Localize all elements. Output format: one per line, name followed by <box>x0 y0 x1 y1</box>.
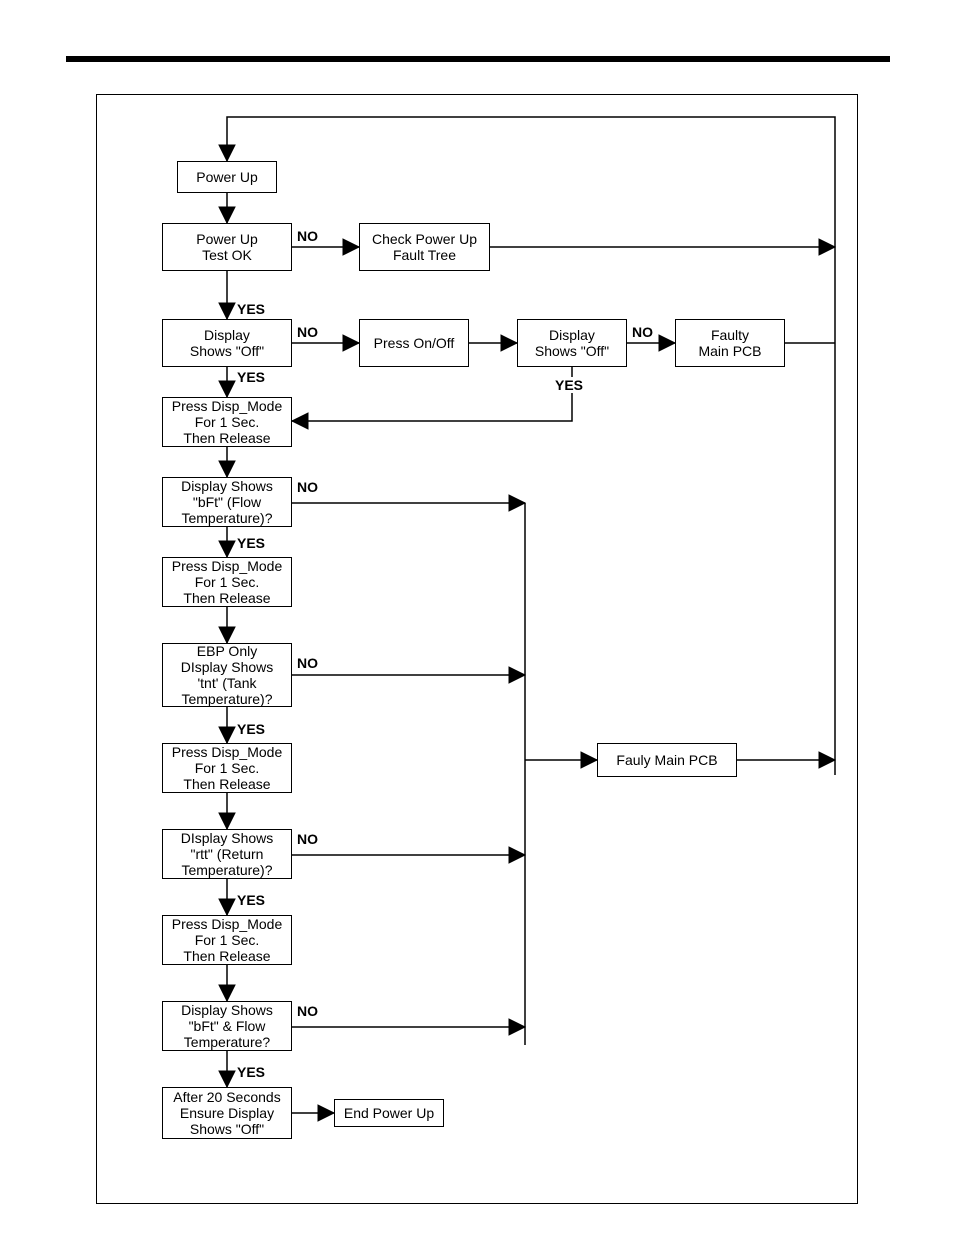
node-faulty-main-pcb: FaultyMain PCB <box>675 319 785 367</box>
node-shows-rtt: DIsplay Shows"rtt" (ReturnTemperature)? <box>162 829 292 879</box>
label-no-3: NO <box>632 324 653 340</box>
node-press-on-off: Press On/Off <box>359 319 469 367</box>
label-yes-3: YES <box>237 535 265 551</box>
node-check-fault-tree: Check Power UpFault Tree <box>359 223 490 271</box>
node-press-disp-4: Press Disp_ModeFor 1 Sec.Then Release <box>162 915 292 965</box>
label-no-4: NO <box>297 479 318 495</box>
node-power-up: Power Up <box>177 161 277 193</box>
node-after-20s: After 20 SecondsEnsure DisplayShows "Off… <box>162 1087 292 1139</box>
page: Power Up Power UpTest OK NO Check Power … <box>0 0 954 1235</box>
node-press-disp-3: Press Disp_ModeFor 1 Sec.Then Release <box>162 743 292 793</box>
label-yes-2b: YES <box>555 377 583 393</box>
label-yes-5: YES <box>237 892 265 908</box>
label-yes-6: YES <box>237 1064 265 1080</box>
node-end-power-up: End Power Up <box>334 1099 444 1127</box>
label-yes-2: YES <box>237 369 265 385</box>
header-rule <box>66 56 890 62</box>
label-yes-1: YES <box>237 301 265 317</box>
node-shows-tnt: EBP OnlyDIsplay Shows'tnt' (TankTemperat… <box>162 643 292 707</box>
label-no-1: NO <box>297 228 318 244</box>
node-power-up-test: Power UpTest OK <box>162 223 292 271</box>
node-fauly-main-pcb: Fauly Main PCB <box>597 743 737 777</box>
node-shows-bft: Display Shows"bFt" (FlowTemperature)? <box>162 477 292 527</box>
label-yes-4: YES <box>237 721 265 737</box>
label-no-7: NO <box>297 1003 318 1019</box>
label-no-6: NO <box>297 831 318 847</box>
node-shows-bft-flow: Display Shows"bFt" & FlowTemperature? <box>162 1001 292 1051</box>
node-press-disp-1: Press Disp_ModeFor 1 Sec.Then Release <box>162 397 292 447</box>
flowchart-frame: Power Up Power UpTest OK NO Check Power … <box>96 94 858 1204</box>
node-press-disp-2: Press Disp_ModeFor 1 Sec.Then Release <box>162 557 292 607</box>
label-no-2: NO <box>297 324 318 340</box>
label-no-5: NO <box>297 655 318 671</box>
node-display-off-2: DisplayShows "Off" <box>517 319 627 367</box>
node-display-off-1: DisplayShows "Off" <box>162 319 292 367</box>
